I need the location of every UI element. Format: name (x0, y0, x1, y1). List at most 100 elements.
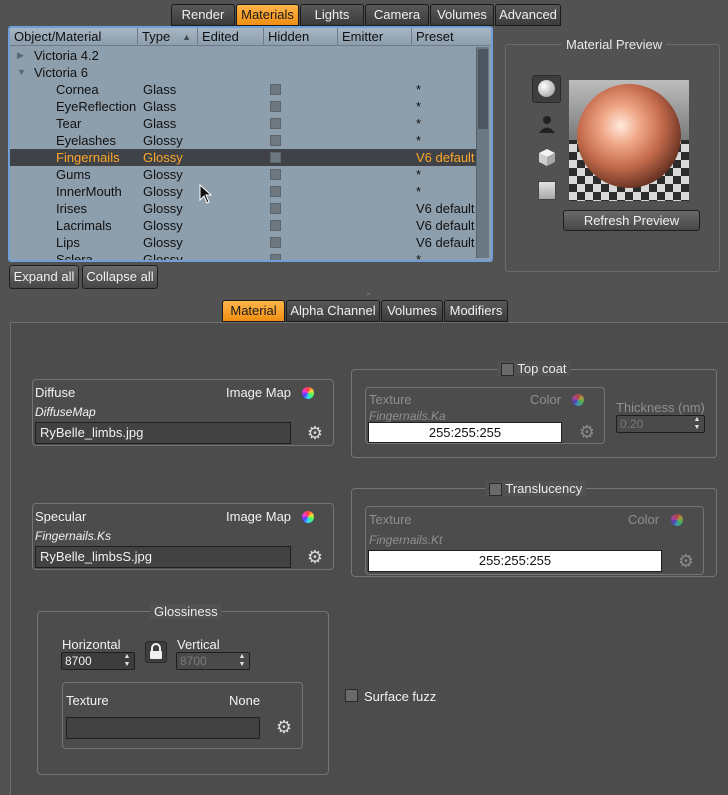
tree-scrollbar[interactable] (476, 47, 489, 258)
gear-icon[interactable]: ⚙ (306, 424, 324, 442)
hidden-checkbox[interactable] (270, 254, 281, 260)
color-wheel-icon[interactable] (572, 394, 584, 406)
figure-shape-icon[interactable] (537, 114, 557, 134)
mouse-cursor-icon (199, 184, 213, 204)
lock-toggle-button[interactable] (145, 641, 167, 663)
hidden-checkbox[interactable] (270, 152, 281, 163)
diffuse-file-field[interactable]: RyBelle_limbs.jpg (35, 422, 291, 444)
table-row[interactable]: Lacrimals Glossy V6 default (10, 217, 478, 234)
col-hidden[interactable]: Hidden (264, 28, 338, 46)
surface-fuzz-checkbox[interactable] (345, 689, 358, 702)
table-row[interactable]: InnerMouth Glossy * (10, 183, 478, 200)
gear-icon[interactable]: ⚙ (677, 552, 695, 570)
vertical-label: Vertical (177, 637, 220, 652)
table-row[interactable]: Lips Glossy V6 default (10, 234, 478, 251)
table-row[interactable]: Tear Glass * (10, 115, 478, 132)
table-row[interactable]: Irises Glossy V6 default (10, 200, 478, 217)
material-name: Irises (56, 201, 88, 216)
translucency-checkbox[interactable] (489, 483, 502, 497)
col-preset[interactable]: Preset (412, 28, 491, 46)
thickness-spinner[interactable]: 0.20 ▲ ▼ (616, 415, 705, 433)
tab-alpha-channel[interactable]: Alpha Channel (286, 300, 380, 322)
refresh-preview-button[interactable]: Refresh Preview (563, 210, 700, 231)
gear-icon[interactable]: ⚙ (306, 548, 324, 566)
tab-volumes-sub[interactable]: Volumes (381, 300, 443, 322)
hidden-checkbox[interactable] (270, 220, 281, 231)
surface-fuzz-label: Surface fuzz (364, 689, 437, 704)
translucency-mode-label[interactable]: Color (628, 512, 659, 527)
hidden-checkbox[interactable] (270, 186, 281, 197)
scrollbar-thumb[interactable] (478, 49, 488, 129)
tab-advanced[interactable]: Advanced (495, 4, 561, 26)
glossiness-texture-mode[interactable]: None (229, 693, 260, 708)
collapse-all-button[interactable]: Collapse all (82, 265, 158, 289)
material-type: Glossy (143, 167, 183, 182)
top-coat-checkbox[interactable] (501, 363, 514, 377)
col-type-label: Type (142, 29, 171, 44)
material-type: Glass (143, 82, 177, 97)
glossiness-texture-group: Texture None ⚙ (62, 682, 303, 749)
tab-lights[interactable]: Lights (300, 4, 364, 26)
tree-group-row[interactable]: ▶ Victoria 4.2 (10, 47, 478, 64)
col-type[interactable]: Type ▲ (138, 28, 198, 46)
spinner-arrows-icon[interactable]: ▲ ▼ (122, 653, 132, 669)
col-emitter[interactable]: Emitter (338, 28, 412, 46)
col-object-material[interactable]: Object/Material (10, 28, 138, 46)
cube-shape-icon[interactable] (537, 147, 557, 167)
spinner-arrows-icon[interactable]: ▲ ▼ (692, 416, 702, 432)
hidden-checkbox[interactable] (270, 101, 281, 112)
col-edited[interactable]: Edited (198, 28, 264, 46)
hidden-checkbox[interactable] (270, 169, 281, 180)
tree-group-row[interactable]: ▼ Victoria 6 (10, 64, 478, 81)
specular-map-name: Fingernails.Ks (35, 529, 112, 543)
glossiness-texture-field[interactable] (66, 717, 260, 739)
specular-group: Specular Image Map Fingernails.Ks RyBell… (32, 503, 334, 570)
group-label: Victoria 6 (34, 65, 88, 80)
table-row[interactable]: Fingernails Glossy V6 default (10, 149, 478, 166)
color-wheel-icon[interactable] (302, 387, 314, 399)
material-name: EyeReflection (56, 99, 137, 114)
tab-volumes[interactable]: Volumes (430, 4, 494, 26)
tab-materials[interactable]: Materials (236, 4, 299, 26)
diffuse-mode-label[interactable]: Image Map (226, 385, 291, 400)
table-row[interactable]: Gums Glossy * (10, 166, 478, 183)
specular-mode-label[interactable]: Image Map (226, 509, 291, 524)
table-row[interactable]: Eyelashes Glossy * (10, 132, 478, 149)
table-row[interactable]: EyeReflection Glass * (10, 98, 478, 115)
plane-shape-icon[interactable] (538, 181, 556, 200)
expand-all-button[interactable]: Expand all (9, 265, 79, 289)
specular-file-field[interactable]: RyBelle_limbsS.jpg (35, 546, 291, 568)
expand-arrow-icon[interactable]: ▶ (17, 47, 24, 64)
top-coat-mode-label[interactable]: Color (530, 392, 561, 407)
vertical-spinner[interactable]: 8700 ▲ ▼ (176, 652, 250, 670)
sphere-shape-button[interactable] (532, 75, 561, 103)
tab-modifiers[interactable]: Modifiers (444, 300, 508, 322)
spinner-arrows-icon[interactable]: ▲ ▼ (237, 653, 247, 669)
gear-icon[interactable]: ⚙ (275, 718, 293, 736)
tab-render[interactable]: Render (171, 4, 235, 26)
lock-icon (150, 643, 162, 659)
top-coat-color-field[interactable]: 255:255:255 (368, 422, 562, 443)
collapse-arrow-icon[interactable]: ▼ (17, 64, 26, 81)
color-wheel-icon[interactable] (302, 511, 314, 523)
horizontal-spinner[interactable]: 8700 ▲ ▼ (61, 652, 135, 670)
sphere-icon (538, 80, 555, 97)
gear-icon[interactable]: ⚙ (578, 423, 596, 441)
hidden-checkbox[interactable] (270, 203, 281, 214)
tab-camera[interactable]: Camera (365, 4, 429, 26)
table-row[interactable]: Cornea Glass * (10, 81, 478, 98)
table-row[interactable]: Sclera Glossy * (10, 251, 478, 262)
translucency-color-field[interactable]: 255:255:255 (368, 550, 662, 572)
material-tree[interactable]: Object/Material Type ▲ Edited Hidden Emi… (8, 26, 493, 262)
hidden-checkbox[interactable] (270, 84, 281, 95)
hidden-checkbox[interactable] (270, 118, 281, 129)
tab-material[interactable]: Material (222, 300, 285, 322)
top-coat-texture-label: Texture (369, 392, 412, 407)
splitter-handle[interactable]: ⌃ (365, 292, 372, 301)
hidden-checkbox[interactable] (270, 237, 281, 248)
material-name: Lips (56, 235, 80, 250)
thickness-value: 0.20 (620, 417, 644, 431)
color-wheel-icon[interactable] (671, 514, 683, 526)
material-type: Glossy (143, 252, 183, 262)
hidden-checkbox[interactable] (270, 135, 281, 146)
